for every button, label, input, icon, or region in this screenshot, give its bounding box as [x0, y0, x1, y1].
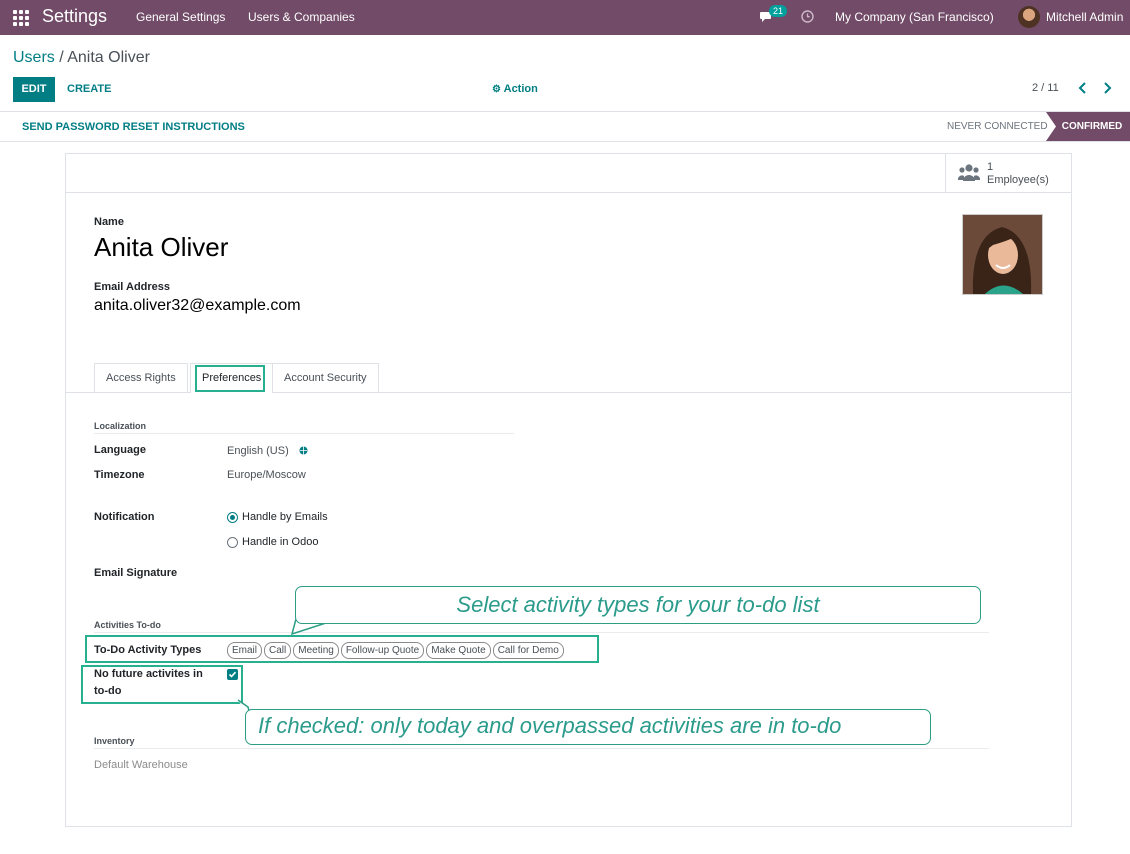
callout-no-future: If checked: only today and overpassed ac…: [245, 709, 931, 745]
callout-activity-types-text: Select activity types for your to-do lis…: [456, 592, 820, 617]
callout-no-future-text: If checked: only today and overpassed ac…: [258, 713, 842, 738]
callout-activity-types: Select activity types for your to-do lis…: [295, 586, 981, 624]
